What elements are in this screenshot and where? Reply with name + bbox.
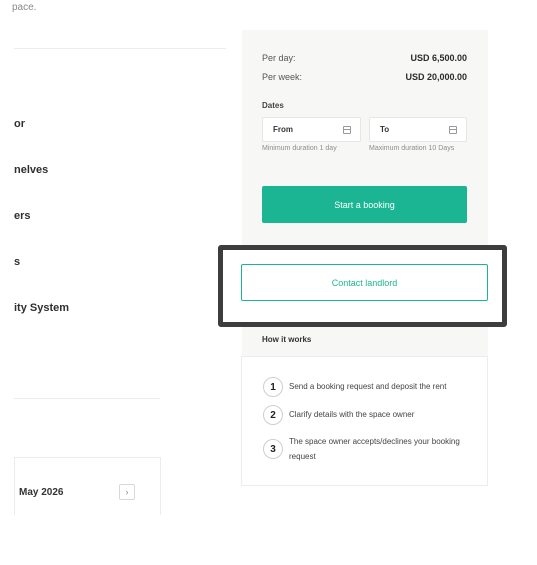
- divider: [14, 48, 226, 49]
- feature-item: ers: [14, 210, 31, 222]
- step-number: 2: [263, 405, 283, 425]
- min-duration-hint: Minimum duration 1 day: [262, 145, 337, 152]
- step-number: 3: [263, 439, 283, 459]
- calendar-icon: [449, 125, 457, 134]
- contact-landlord-button[interactable]: Contact landlord: [241, 264, 488, 301]
- date-to-label: To: [380, 125, 390, 134]
- booking-panel: Per day: USD 6,500.00 Per week: USD 20,0…: [242, 30, 488, 245]
- step-text: The space owner accepts/declines your bo…: [289, 437, 460, 461]
- feature-item: ity System: [14, 302, 70, 314]
- divider: [242, 356, 487, 357]
- price-per-day-value: USD 6,500.00: [410, 53, 467, 63]
- feature-item: nelves: [14, 164, 49, 176]
- step-number: 1: [263, 377, 283, 397]
- calendar-month-label: May 2026: [19, 487, 64, 498]
- description-snippet: pace.: [12, 2, 37, 13]
- how-it-works-header: How it works: [242, 327, 488, 356]
- calendar-icon: [343, 125, 351, 134]
- chevron-right-icon[interactable]: ›: [119, 484, 135, 500]
- divider: [14, 398, 160, 399]
- max-duration-hint: Maximum duration 10 Days: [369, 145, 455, 152]
- price-per-day-label: Per day:: [262, 53, 296, 63]
- start-booking-button[interactable]: Start a booking: [262, 186, 467, 223]
- how-it-works-title: How it works: [262, 335, 312, 344]
- availability-calendar: May 2026 ›: [14, 457, 161, 515]
- date-to-field[interactable]: To: [369, 117, 467, 142]
- dates-label: Dates: [262, 101, 284, 110]
- feature-item: or: [14, 118, 25, 130]
- date-from-label: From: [273, 125, 293, 134]
- date-from-field[interactable]: From: [262, 117, 361, 142]
- price-per-week-label: Per week:: [262, 72, 303, 82]
- how-it-works-steps: 1 Send a booking request and deposit the…: [241, 356, 488, 486]
- step-text: Send a booking request and deposit the r…: [289, 382, 447, 391]
- feature-item: s: [14, 256, 21, 268]
- price-per-week-value: USD 20,000.00: [405, 72, 467, 82]
- step-text: Clarify details with the space owner: [289, 410, 415, 419]
